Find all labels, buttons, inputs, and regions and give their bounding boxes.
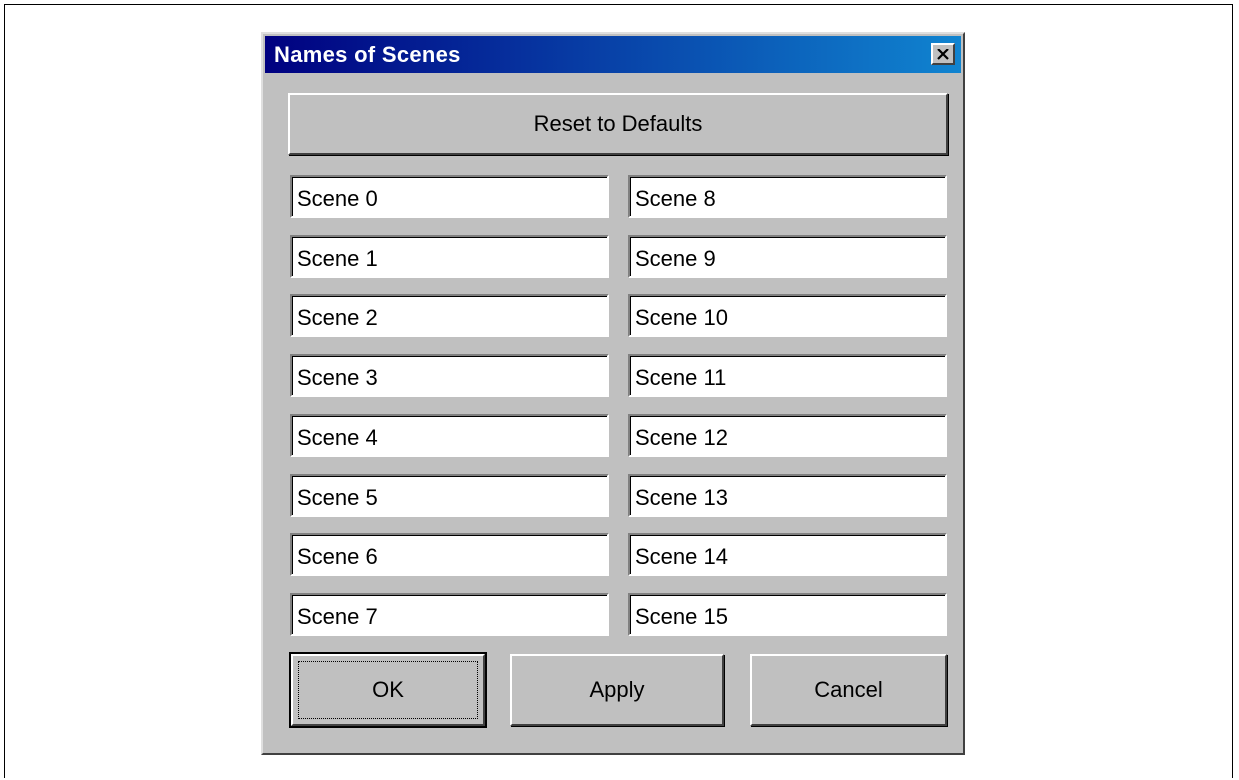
scene-name-field[interactable]: [628, 235, 947, 278]
scene-name-field[interactable]: [290, 474, 609, 517]
ok-button[interactable]: OK: [289, 652, 487, 728]
scene-name-field[interactable]: [628, 474, 947, 517]
scene-name-field[interactable]: [628, 414, 947, 457]
scene-name-field[interactable]: [628, 593, 947, 636]
cancel-button-label: Cancel: [814, 677, 883, 702]
scene-name-field[interactable]: [290, 593, 609, 636]
focus-rectangle: [298, 661, 478, 719]
scene-name-field[interactable]: [628, 533, 947, 576]
close-icon: [937, 48, 949, 60]
apply-button-label: Apply: [589, 677, 645, 702]
scene-name-field[interactable]: [628, 294, 947, 337]
scene-name-field[interactable]: [628, 354, 947, 397]
reset-button-label: Reset to Defaults: [533, 111, 703, 136]
names-of-scenes-dialog: Names of Scenes Reset to Defaults OK App…: [261, 32, 965, 755]
scene-name-field[interactable]: [290, 235, 609, 278]
scene-name-field[interactable]: [290, 354, 609, 397]
dialog-title: Names of Scenes: [274, 41, 461, 67]
close-button[interactable]: [931, 43, 955, 65]
scene-name-field[interactable]: [290, 414, 609, 457]
scene-name-field[interactable]: [290, 533, 609, 576]
scene-name-field[interactable]: [290, 175, 609, 218]
cancel-button[interactable]: Cancel: [750, 654, 947, 726]
reset-to-defaults-button[interactable]: Reset to Defaults: [288, 93, 948, 155]
apply-button[interactable]: Apply: [510, 654, 724, 726]
scene-name-field[interactable]: [290, 294, 609, 337]
title-bar: Names of Scenes: [265, 36, 961, 73]
scene-name-field[interactable]: [628, 175, 947, 218]
